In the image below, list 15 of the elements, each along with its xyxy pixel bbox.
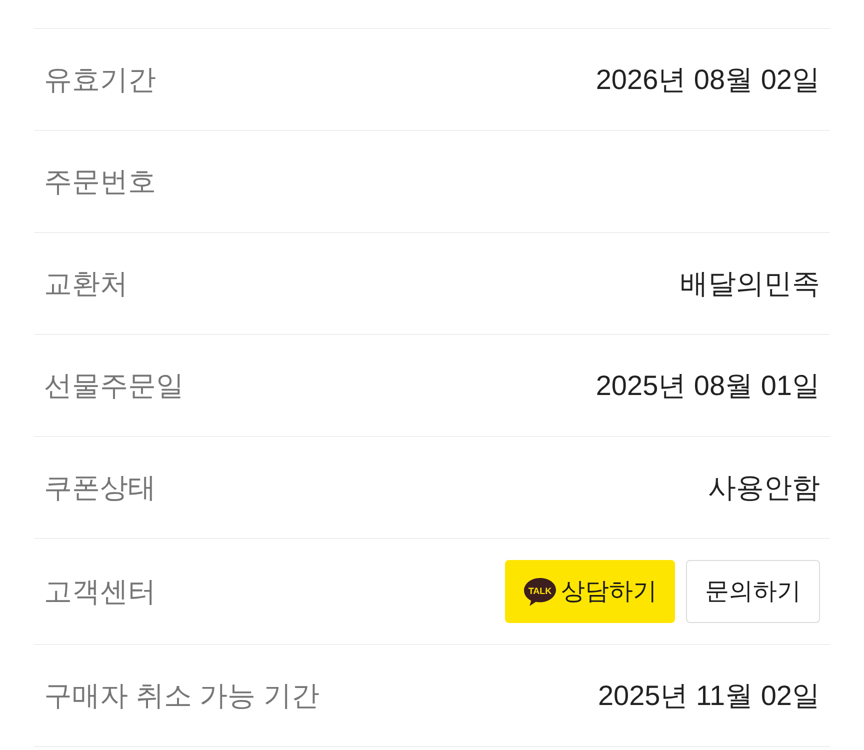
field-label: 구매자 취소 가능 기간: [44, 678, 320, 712]
kakao-chat-button[interactable]: TALK 상담하기: [505, 560, 675, 623]
field-value: 2025년 08월 01일: [596, 368, 820, 402]
field-value: 배달의민족: [680, 266, 820, 300]
field-label: 선물주문일: [44, 368, 184, 402]
field-value: 사용안함: [708, 470, 820, 504]
inquiry-button[interactable]: 문의하기: [686, 560, 820, 623]
field-value: 2025년 11월 02일: [598, 678, 820, 712]
field-label: 유효기간: [44, 62, 156, 96]
field-label: 쿠폰상태: [44, 470, 156, 504]
talk-bubble-icon: TALK: [523, 576, 557, 606]
field-label: 교환처: [44, 266, 128, 300]
field-label: 주문번호: [44, 164, 156, 198]
field-label: 고객센터: [44, 574, 156, 608]
field-value: 2026년 08월 02일: [596, 62, 820, 96]
